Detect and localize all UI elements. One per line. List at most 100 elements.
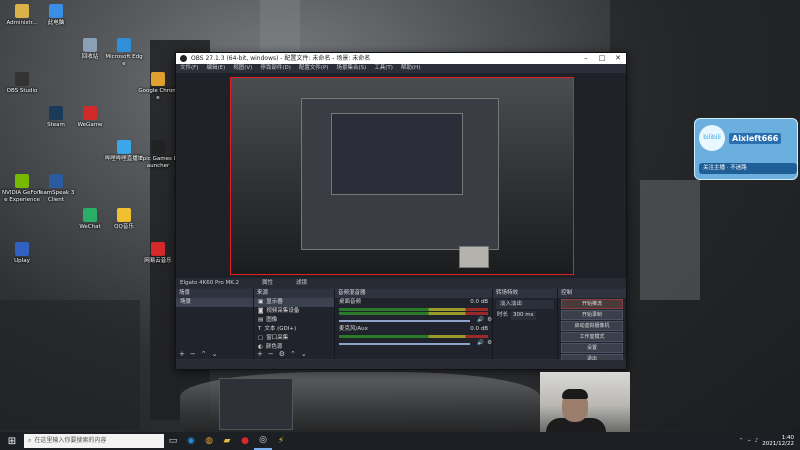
volume-slider[interactable] [339, 342, 471, 345]
obs-window[interactable]: OBS 27.1.3 (64-bit, windows) - 配置文件: 未命名… [175, 52, 627, 370]
bilibili-follow-card: bilibili Aixleft666 关注主播 · 不迷路 [694, 118, 798, 180]
properties-button[interactable]: 属性 [258, 278, 292, 288]
virtual-camera-button[interactable]: 启动虚拟摄像机 [561, 321, 623, 331]
volume-meter [339, 335, 488, 338]
studio-mode-button[interactable]: 工作室模式 [561, 332, 623, 342]
obs-title-bar[interactable]: OBS 27.1.3 (64-bit, windows) - 配置文件: 未命名… [176, 53, 626, 64]
gear-icon[interactable]: ⚙ [487, 316, 492, 325]
desktop-icon[interactable]: TeamSpeak 3 Client [36, 174, 76, 203]
menu-tools[interactable]: 工具(T) [374, 64, 393, 73]
volume-icon[interactable]: ♪ [755, 438, 759, 444]
clock[interactable]: 1:40 2021/12/22 [762, 435, 794, 447]
app-icon [151, 242, 165, 256]
app-icon [15, 242, 29, 256]
controls-dock: 控制 开始推流 开始录制 启动虚拟摄像机 工作室模式 设置 退出 [558, 289, 626, 364]
app-icon [83, 106, 97, 120]
camera-icon: ◙ [258, 308, 264, 314]
gear-icon[interactable]: ⚙ [279, 349, 285, 359]
tray-overflow-icon[interactable]: ⌃ [739, 438, 744, 444]
desktop-icon[interactable]: 此电脑 [36, 4, 76, 27]
start-streaming-button[interactable]: 开始推流 [561, 299, 623, 309]
scenes-dock: 场景 场景 + − ⌃ ⌄ [176, 289, 254, 359]
stream-preview[interactable] [230, 77, 574, 275]
maximize-icon[interactable]: □ [594, 53, 610, 64]
desktop-icon-label: WeGame [77, 122, 103, 128]
desktop-icon[interactable]: Microsoft Edge [104, 38, 144, 67]
netease-music-icon[interactable]: ● [236, 432, 254, 450]
task-view-icon[interactable]: ▭ [164, 432, 182, 450]
monitor-icon: ▣ [258, 299, 264, 305]
obs-status-bar [176, 360, 626, 369]
minimize-icon[interactable]: – [578, 53, 594, 64]
scene-item[interactable]: 场景 [176, 298, 253, 307]
speaker-icon[interactable]: 🔊 [477, 316, 484, 325]
transitions-title: 转场特效 [493, 289, 557, 298]
volume-slider[interactable] [339, 319, 471, 322]
remove-icon[interactable]: − [190, 349, 196, 359]
remove-icon[interactable]: − [268, 349, 274, 359]
desktop-icon-label: Google Chrome [138, 88, 178, 101]
taskbar-search[interactable]: ⌕ 在这里输入你要搜索的内容 [24, 434, 164, 448]
desktop-icon[interactable]: QQ音乐 [104, 208, 144, 231]
obs-menu-bar: 文件(F) 编辑(E) 视图(V) 停靠部件(D) 配置文件(P) 场景集合(S… [176, 64, 626, 73]
transitions-dock: 转场特效 淡入淡出 时长 300 ms [493, 289, 558, 359]
app-icon [117, 38, 131, 52]
source-item[interactable]: ▣ 显示器 [254, 298, 334, 307]
settings-button[interactable]: 设置 [561, 343, 623, 353]
add-icon[interactable]: + [257, 349, 263, 359]
network-icon[interactable]: ⌁ [747, 438, 750, 444]
menu-profile[interactable]: 配置文件(P) [299, 64, 329, 73]
duration-input[interactable]: 300 ms [511, 311, 536, 320]
filters-button[interactable]: 滤镜 [292, 278, 326, 288]
move-up-icon[interactable]: ⌃ [201, 349, 207, 359]
chrome-icon[interactable]: ◍ [200, 432, 218, 450]
obs-logo-icon [180, 55, 187, 62]
add-icon[interactable]: + [179, 349, 185, 359]
start-recording-button[interactable]: 开始录制 [561, 310, 623, 320]
menu-edit[interactable]: 编辑(E) [206, 64, 225, 73]
desktop-icon[interactable]: OBS Studio [2, 72, 42, 95]
preview-area [176, 73, 626, 278]
edge-icon[interactable]: ◉ [182, 432, 200, 450]
app-icon [15, 174, 29, 188]
move-up-icon[interactable]: ⌃ [290, 349, 296, 359]
move-down-icon[interactable]: ⌄ [301, 349, 307, 359]
live-app-icon[interactable]: ⚡ [272, 432, 290, 450]
clock-date: 2021/12/22 [762, 441, 794, 447]
source-item[interactable]: ▢ 窗口采集 [254, 334, 334, 343]
obs-taskbar-icon[interactable]: ◎ [254, 432, 272, 450]
webcam-overlay [540, 372, 630, 438]
source-item[interactable]: ▤ 图像 [254, 316, 334, 325]
menu-docks[interactable]: 停靠部件(D) [260, 64, 291, 73]
windows-start-icon[interactable]: ⊞ [0, 432, 24, 450]
desktop-icon-label: 网易云音乐 [144, 258, 172, 264]
desktop-icon[interactable]: 网易云音乐 [138, 242, 178, 265]
speaker-icon[interactable]: 🔊 [477, 339, 484, 348]
transition-select[interactable]: 淡入淡出 [496, 300, 554, 309]
source-item[interactable]: T 文本 (GDI+) [254, 325, 334, 334]
desktop-icon[interactable]: Google Chrome [138, 72, 178, 101]
image-icon: ▤ [258, 317, 264, 323]
menu-view[interactable]: 视图(V) [233, 64, 252, 73]
move-down-icon[interactable]: ⌄ [212, 349, 218, 359]
taskbar: ⊞ ⌕ 在这里输入你要搜索的内容 ▭ ◉ ◍ ▰ ● ◎ ⚡ ⌃ ⌁ ♪ 1:4… [0, 432, 800, 450]
menu-file[interactable]: 文件(F) [180, 64, 198, 73]
follow-banner[interactable]: 关注主播 · 不迷路 [699, 163, 797, 174]
gear-icon[interactable]: ⚙ [487, 339, 492, 348]
app-icon [15, 72, 29, 86]
window-icon: ▢ [258, 335, 264, 341]
menu-help[interactable]: 帮助(H) [401, 64, 420, 73]
menu-scene-collection[interactable]: 场景集合(S) [336, 64, 366, 73]
desktop-icon[interactable]: Epic Games Launcher [138, 140, 178, 169]
desktop-icon[interactable]: WeGame [70, 106, 110, 129]
nested-obs-preview [331, 113, 463, 195]
app-icon [15, 4, 29, 18]
obs-window-title: OBS 27.1.3 (64-bit, windows) - 配置文件: 未命名… [191, 55, 371, 62]
source-item[interactable]: ◙ 视频采集设备 [254, 307, 334, 316]
desktop-icon[interactable]: Uplay [2, 242, 42, 265]
file-explorer-icon[interactable]: ▰ [218, 432, 236, 450]
close-icon[interactable]: ✕ [610, 53, 626, 64]
app-icon [117, 208, 131, 222]
desktop-icon-label: Uplay [14, 258, 30, 264]
desktop-icon-label: Microsoft Edge [105, 54, 143, 67]
